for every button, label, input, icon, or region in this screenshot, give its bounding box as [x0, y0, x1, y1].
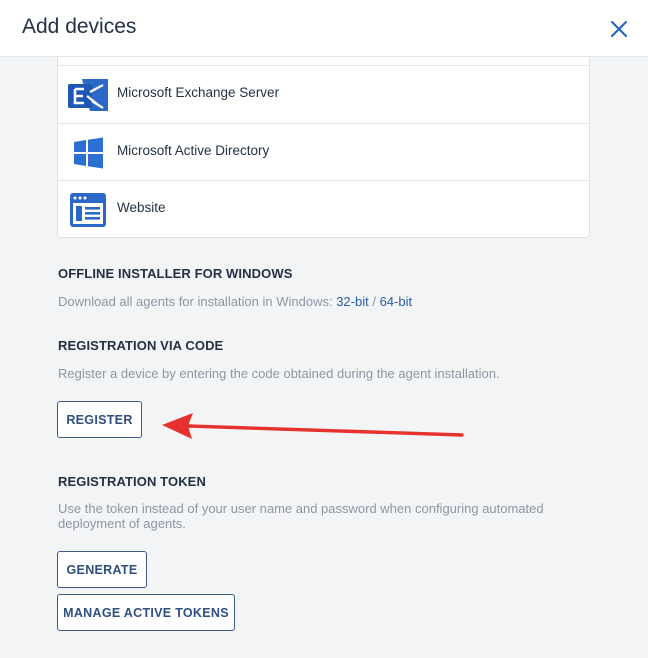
dialog-header: Add devices: [0, 0, 648, 57]
list-item-label: Microsoft Exchange Server: [117, 85, 280, 100]
registration-code-desc: Register a device by entering the code o…: [58, 366, 500, 381]
offline-installer-text: Download all agents for installation in …: [58, 294, 337, 309]
registration-code-title: REGISTRATION VIA CODE: [58, 338, 224, 353]
list-item-exchange[interactable]: Microsoft Exchange Server: [58, 65, 589, 122]
list-item-label: Microsoft Active Directory: [117, 143, 270, 158]
offline-installer-desc: Download all agents for installation in …: [58, 294, 412, 309]
exchange-icon: [68, 79, 108, 111]
close-icon[interactable]: [607, 17, 631, 41]
list-item-website[interactable]: Website: [58, 180, 589, 237]
offline-installer-title: OFFLINE INSTALLER FOR WINDOWS: [58, 266, 293, 281]
windows-icon: [74, 137, 103, 169]
register-button[interactable]: REGISTER: [57, 401, 142, 438]
download-64bit-link[interactable]: 64-bit: [380, 294, 413, 309]
device-list: Microsoft Exchange Server Microsoft Acti…: [57, 57, 590, 238]
download-32bit-link[interactable]: 32-bit: [336, 294, 369, 309]
registration-token-title: REGISTRATION TOKEN: [58, 474, 206, 489]
generate-button[interactable]: GENERATE: [57, 551, 147, 588]
annotation-arrow: [162, 413, 464, 439]
dialog-title: Add devices: [22, 15, 137, 38]
registration-token-desc: Use the token instead of your user name …: [58, 501, 544, 531]
manage-active-tokens-button[interactable]: MANAGE ACTIVE TOKENS: [57, 594, 235, 631]
link-separator: /: [368, 294, 380, 309]
list-item-active-directory[interactable]: Microsoft Active Directory: [58, 123, 589, 180]
website-icon: [70, 193, 106, 227]
list-item-label: Website: [117, 200, 166, 215]
